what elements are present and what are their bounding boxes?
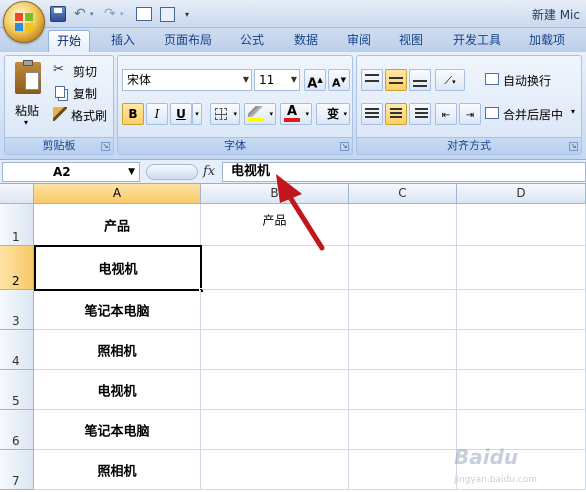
excel-window: ↶ ▾ ↷ ▾ ▾ 新建 Mic 开始 插入 页面布局 公式 数据 审阅 视图 … [0, 0, 586, 492]
svg-text:jingyan.baidu.com: jingyan.baidu.com [453, 475, 537, 485]
office-logo-icon [14, 12, 34, 32]
annotation-arrow [276, 174, 325, 251]
watermark-logo: Baidu jingyan.baidu.com [453, 445, 537, 485]
office-button[interactable] [3, 1, 45, 43]
arrow-head [276, 174, 302, 203]
svg-text:Baidu: Baidu [454, 445, 518, 469]
arrow-shaft [285, 191, 325, 251]
